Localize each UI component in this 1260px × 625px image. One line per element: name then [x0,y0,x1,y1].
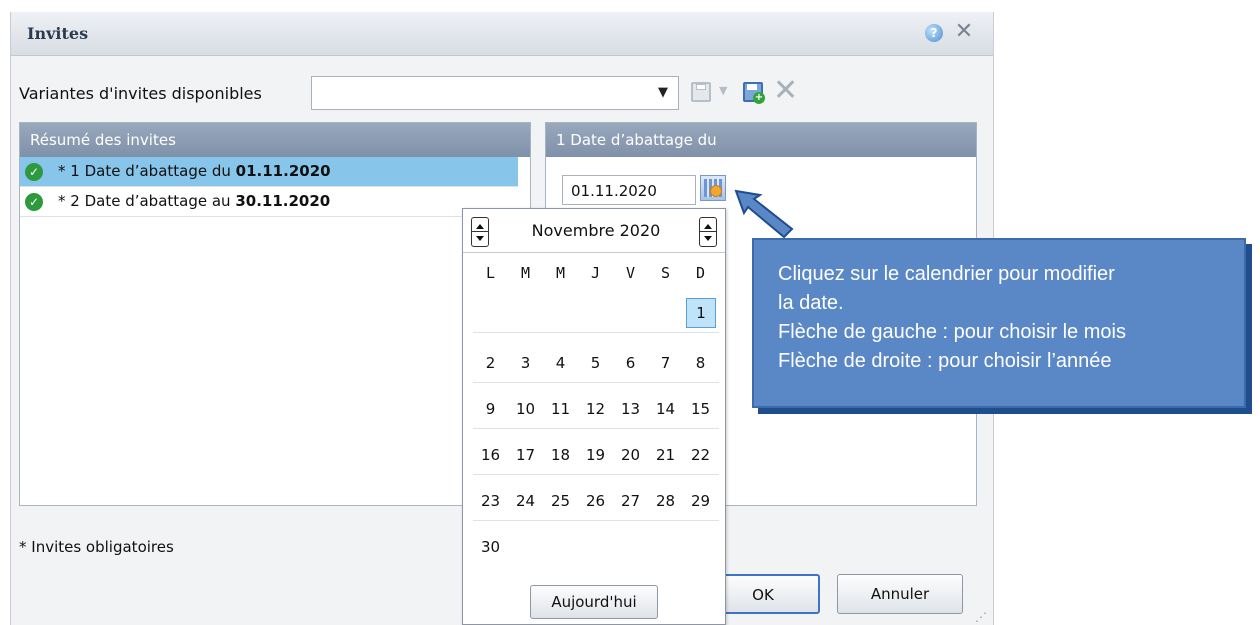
save-new-variant-icon[interactable]: + [741,80,765,104]
calendar-day-selected[interactable]: 1 [686,298,716,328]
weekday-label: D [695,264,706,282]
summary-panel-header: Résumé des invites [20,123,530,157]
delete-variant-icon[interactable]: ✕ [773,76,798,106]
calendar-day[interactable]: 17 [508,440,543,470]
calendar-day[interactable]: 2 [473,348,508,378]
callout-line: Cliquez sur le calendrier pour modifier [778,263,1115,285]
required-note: * Invites obligatoires [19,538,174,556]
help-callout: Cliquez sur le calendrier pour modifier … [752,238,1246,408]
calendar-day[interactable]: 26 [578,486,613,516]
weekday-label: L [485,264,496,282]
calendar-day [648,532,683,562]
calendar-day[interactable]: 10 [508,394,543,424]
prompt-item-label: * 2 Date d’abattage au 30.11.2020 [58,192,331,210]
prompt-item-value: 30.11.2020 [235,192,331,210]
cancel-button[interactable]: Annuler [837,574,963,614]
calendar-header: Novembre 2020 [463,209,725,253]
save-icon[interactable] [689,80,713,104]
calendar-day[interactable]: 15 [683,394,718,424]
calendar-day [683,532,718,562]
prompt-item-1[interactable]: ✓ * 1 Date d’abattage du 01.11.2020 [20,157,518,187]
calendar-day[interactable]: 7 [648,348,683,378]
calendar-day[interactable]: 4 [543,348,578,378]
calendar-day [648,298,683,328]
calendar-day [613,532,648,562]
calendar-day[interactable]: 11 [543,394,578,424]
weekday-label: V [625,264,636,282]
callout-line: Flèche de droite : pour choisir l’année [778,350,1112,372]
calendar-day[interactable]: 21 [648,440,683,470]
calendar-day[interactable]: 28 [648,486,683,516]
calendar-week: 30 [473,527,719,567]
calendar-day [613,298,648,328]
weekday-label: M [520,264,531,282]
date-input[interactable]: 01.11.2020 [562,175,696,205]
calendar-day[interactable]: 25 [543,486,578,516]
dialog-titlebar[interactable]: Invites ? ✕ [11,12,993,56]
calendar-day[interactable]: 3 [508,348,543,378]
close-icon[interactable]: ✕ [953,20,975,44]
prompt-item-label: * 1 Date d’abattage du 01.11.2020 [58,162,331,180]
calendar-day[interactable]: 29 [683,486,718,516]
calendar-week: 23 24 25 26 27 28 29 [473,481,719,521]
calendar-day[interactable]: 30 [473,532,508,562]
save-options-chevron-icon[interactable]: ▼ [719,84,727,97]
calendar-day[interactable]: 22 [683,440,718,470]
calendar-day[interactable]: 27 [613,486,648,516]
calendar-day[interactable]: 18 [543,440,578,470]
check-icon: ✓ [25,193,43,211]
calendar-week: 2 3 4 5 6 7 8 [473,343,719,383]
calendar-day[interactable]: 20 [613,440,648,470]
calendar-day[interactable]: 24 [508,486,543,516]
calendar-day[interactable]: 16 [473,440,508,470]
year-spinner-icon[interactable] [699,217,717,247]
resize-grip-icon[interactable]: ⋰ [975,610,987,624]
help-icon[interactable]: ? [925,24,943,42]
calendar-day [473,298,508,328]
prompt-item-2[interactable]: ✓ * 2 Date d’abattage au 30.11.2020 [20,187,530,217]
calendar-popup: Novembre 2020 L M M J V S D 1 2 3 4 5 6 … [462,208,726,625]
check-icon: ✓ [25,163,43,181]
month-spinner-icon[interactable] [471,217,489,247]
calendar-weekdays: L M M J V S D [473,264,719,282]
calendar-day[interactable]: 19 [578,440,613,470]
chevron-down-icon[interactable]: ▼ [658,85,668,100]
calendar-day [543,532,578,562]
calendar-day [578,298,613,328]
calendar-day [543,298,578,328]
calendar-day[interactable]: 23 [473,486,508,516]
callout-arrow [734,189,794,239]
calendar-icon[interactable] [700,175,726,201]
prompt-item-value: 01.11.2020 [235,162,331,180]
calendar-month-year: Novembre 2020 [531,221,661,240]
weekday-label: J [590,264,601,282]
today-button[interactable]: Aujourd'hui [530,585,658,619]
calendar-day[interactable]: 6 [613,348,648,378]
calendar-day[interactable]: 13 [613,394,648,424]
dialog-title: Invites [27,24,89,43]
calendar-week: 1 [473,293,719,333]
calendar-week: 9 10 11 12 13 14 15 [473,389,719,429]
callout-line: Flèche de gauche : pour choisir le mois [778,321,1126,343]
detail-panel-header: 1 Date d’abattage du [546,123,976,157]
calendar-day[interactable]: 14 [648,394,683,424]
calendar-day [508,298,543,328]
variants-label: Variantes d'invites disponibles [19,84,262,103]
calendar-day [578,532,613,562]
calendar-day[interactable]: 12 [578,394,613,424]
calendar-week: 16 17 18 19 20 21 22 [473,435,719,475]
weekday-label: S [660,264,671,282]
calendar-day [508,532,543,562]
calendar-day[interactable]: 5 [578,348,613,378]
variants-select[interactable]: ▼ [311,76,679,110]
weekday-label: M [555,264,566,282]
calendar-day[interactable]: 9 [473,394,508,424]
callout-line: la date. [778,292,844,314]
prompt-summary-panel: Résumé des invites ✓ * 1 Date d’abattage… [19,122,531,506]
calendar-day[interactable]: 8 [683,348,718,378]
